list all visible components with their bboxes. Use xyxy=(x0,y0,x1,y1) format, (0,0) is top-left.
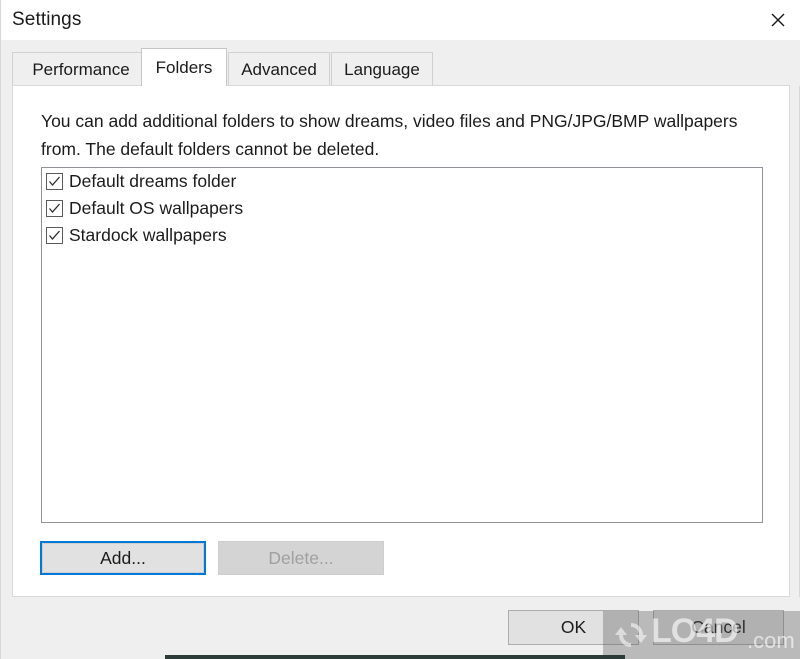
ok-button[interactable]: OK xyxy=(508,610,639,645)
add-folder-label: Add... xyxy=(42,543,204,573)
tab-advanced-label: Advanced xyxy=(241,59,317,79)
folder-checkbox[interactable] xyxy=(46,200,63,217)
tab-folders-label: Folders xyxy=(155,57,213,77)
delete-folder-label: Delete... xyxy=(268,547,334,568)
folder-list-box[interactable]: Default dreams folder Default OS wallpap… xyxy=(41,167,763,523)
dialog-footer: OK Cancel xyxy=(1,597,800,659)
tab-advanced[interactable]: Advanced xyxy=(228,52,330,86)
close-icon xyxy=(770,12,786,28)
list-item[interactable]: Default OS wallpapers xyxy=(42,195,762,222)
window-title: Settings xyxy=(12,9,82,30)
folder-label: Default OS wallpapers xyxy=(69,198,244,218)
tab-language[interactable]: Language xyxy=(331,52,433,86)
title-bar: Settings xyxy=(1,0,800,40)
add-folder-button[interactable]: Add... xyxy=(40,541,206,575)
tab-folders[interactable]: Folders xyxy=(141,48,227,86)
tab-language-label: Language xyxy=(344,59,420,79)
ok-button-label: OK xyxy=(560,617,587,637)
delete-folder-button: Delete... xyxy=(218,541,384,575)
settings-dialog: Settings Performance Folders Advanced La… xyxy=(0,0,800,659)
tab-performance-label: Performance xyxy=(32,59,130,79)
cancel-button[interactable]: Cancel xyxy=(653,610,784,645)
folder-label: Default dreams folder xyxy=(69,171,237,191)
folders-tab-panel: You can add additional folders to show d… xyxy=(12,85,790,597)
folder-checkbox[interactable] xyxy=(46,227,63,244)
panel-description: You can add additional folders to show d… xyxy=(41,111,738,159)
cancel-button-label: Cancel xyxy=(691,617,746,637)
close-button[interactable] xyxy=(755,0,800,40)
bottom-edge-artifact xyxy=(165,655,625,659)
folder-label: Stardock wallpapers xyxy=(69,225,227,245)
tab-performance[interactable]: Performance xyxy=(12,52,150,86)
list-item[interactable]: Stardock wallpapers xyxy=(42,222,762,249)
list-item[interactable]: Default dreams folder xyxy=(42,168,762,195)
tab-strip: Performance Folders Advanced Language xyxy=(1,40,800,86)
folder-checkbox[interactable] xyxy=(46,173,63,190)
